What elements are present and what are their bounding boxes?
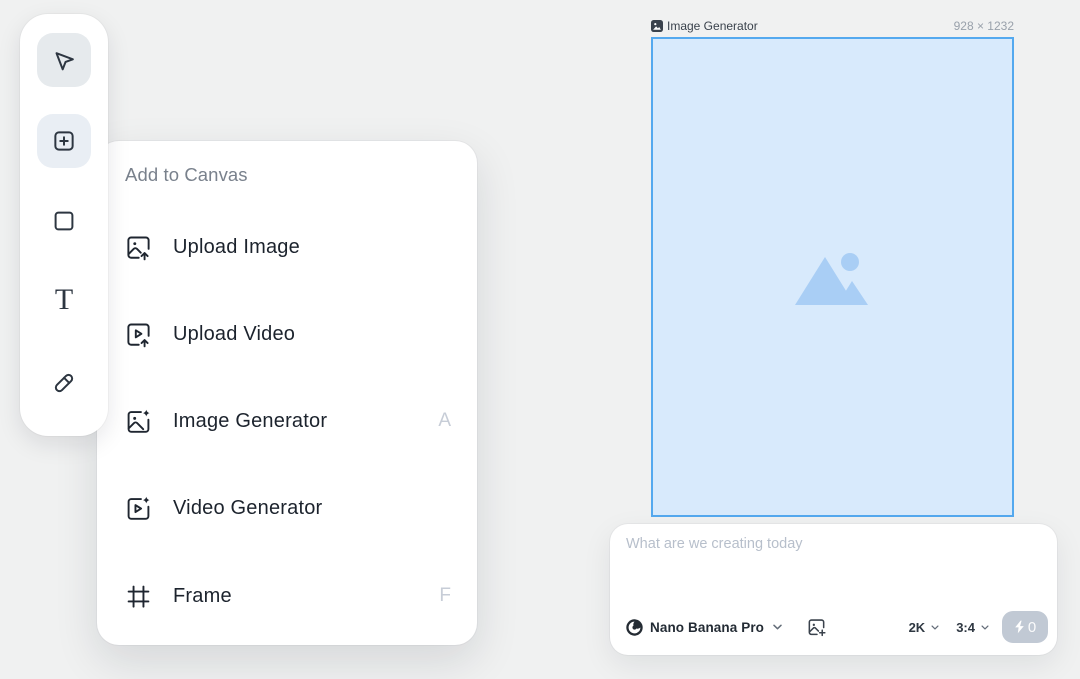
model-name: Nano Banana Pro — [650, 620, 764, 635]
add-square-icon — [50, 127, 78, 155]
model-selector[interactable]: Nano Banana Pro — [626, 619, 782, 636]
rectangle-tool-button[interactable] — [37, 194, 91, 248]
draw-tool-button[interactable] — [37, 356, 91, 410]
prompt-controls: Nano Banana Pro 2K — [626, 611, 1048, 643]
video-generator-icon — [125, 495, 152, 522]
menu-item-upload-video[interactable]: Upload Video — [125, 314, 451, 354]
chevron-down-icon — [931, 625, 939, 630]
rectangle-icon — [50, 207, 78, 235]
menu-item-shortcut: F — [439, 585, 451, 607]
menu-item-image-generator[interactable]: Image Generator A — [125, 401, 451, 441]
menu-item-frame[interactable]: Frame F — [125, 576, 451, 616]
image-frame-icon — [651, 20, 663, 32]
menu-item-label: Video Generator — [173, 497, 451, 520]
tool-rail: T — [20, 14, 108, 436]
upload-video-icon — [125, 321, 152, 348]
aspect-ratio-value: 3:4 — [956, 620, 975, 635]
canvas-app: Image Generator 928 × 1232 Nano Banana P… — [0, 0, 1080, 679]
add-menu-title: Add to Canvas — [125, 164, 248, 186]
menu-item-upload-image[interactable]: Upload Image — [125, 227, 451, 267]
menu-item-label: Frame — [173, 585, 439, 608]
resolution-value: 2K — [909, 620, 926, 635]
generate-button[interactable]: 0 — [1002, 611, 1048, 643]
menu-item-shortcut: A — [438, 410, 451, 432]
add-image-icon — [806, 617, 827, 638]
menu-item-label: Upload Image — [173, 236, 451, 259]
image-generator-icon — [125, 408, 152, 435]
add-to-canvas-menu: Add to Canvas Upload Image — [97, 141, 477, 645]
generate-count: 0 — [1028, 619, 1036, 636]
aspect-ratio-dropdown[interactable]: 3:4 — [956, 620, 989, 635]
image-generator-frame[interactable] — [651, 37, 1014, 517]
pencil-icon — [50, 369, 78, 397]
canvas-frame-group: Image Generator 928 × 1232 — [651, 18, 1014, 517]
menu-item-label: Image Generator — [173, 410, 438, 433]
image-placeholder-icon — [789, 241, 877, 313]
prompt-input[interactable] — [626, 536, 1041, 608]
upload-image-icon — [125, 234, 152, 261]
frame-title-button[interactable]: Image Generator — [651, 19, 758, 33]
chevron-down-icon — [773, 624, 782, 630]
cursor-icon — [50, 46, 78, 74]
resolution-dropdown[interactable]: 2K — [909, 620, 940, 635]
frame-header: Image Generator 928 × 1232 — [651, 18, 1014, 34]
add-image-button[interactable] — [806, 617, 827, 638]
prompt-bar: Nano Banana Pro 2K — [610, 524, 1057, 655]
frame-dimensions: 928 × 1232 — [954, 19, 1014, 33]
chevron-down-icon — [981, 625, 989, 630]
frame-icon — [125, 583, 152, 610]
model-logo-icon — [626, 619, 643, 636]
bolt-icon — [1014, 620, 1025, 634]
menu-item-video-generator[interactable]: Video Generator — [125, 488, 451, 528]
frame-title: Image Generator — [667, 19, 758, 33]
text-tool-button[interactable]: T — [37, 273, 91, 327]
menu-item-label: Upload Video — [173, 323, 451, 346]
add-tool-button[interactable] — [37, 114, 91, 168]
text-tool-icon: T — [55, 285, 73, 315]
select-tool-button[interactable] — [37, 33, 91, 87]
